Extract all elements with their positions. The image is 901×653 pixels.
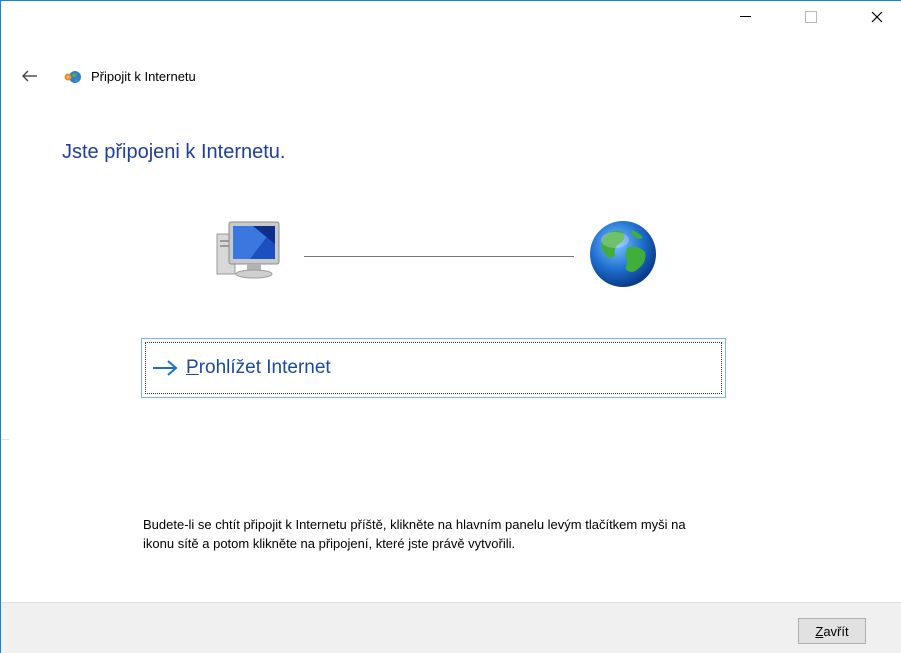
close-icon (871, 11, 883, 22)
browse-internet-label-rest: rohlížet Internet (198, 357, 331, 378)
close-window-button[interactable] (854, 1, 900, 32)
page-heading: Jste připojeni k Internetu. (62, 141, 286, 163)
maximize-button[interactable] (788, 1, 834, 32)
network-globe-icon (64, 71, 81, 83)
browse-internet-accesskey: P (186, 357, 199, 378)
browse-internet-link[interactable]: Prohlížet Internet (141, 338, 726, 398)
connection-line (304, 256, 574, 257)
minimize-icon (739, 16, 751, 17)
back-button[interactable] (21, 67, 39, 85)
focus-rectangle: Prohlížet Internet (145, 342, 722, 394)
back-arrow-icon (22, 70, 37, 82)
browse-internet-label: Prohlížet Internet (186, 357, 331, 379)
minimize-button[interactable] (722, 1, 768, 32)
computer-icon (216, 221, 280, 279)
close-accesskey: Z (815, 623, 824, 639)
close-label-rest: avřít (823, 623, 849, 639)
divider (1, 439, 9, 440)
window-title: Připojit k Internetu (91, 69, 196, 84)
wizard-window: Připojit k Internetu Jste připojeni k In… (0, 0, 901, 653)
globe-icon (590, 221, 656, 287)
footer-bar (1, 602, 901, 653)
maximize-icon (805, 10, 817, 23)
close-button[interactable]: Zavřít (798, 618, 866, 644)
info-text: Budete-li se chtít připojit k Internetu … (143, 517, 686, 551)
arrow-right-icon (153, 360, 178, 376)
